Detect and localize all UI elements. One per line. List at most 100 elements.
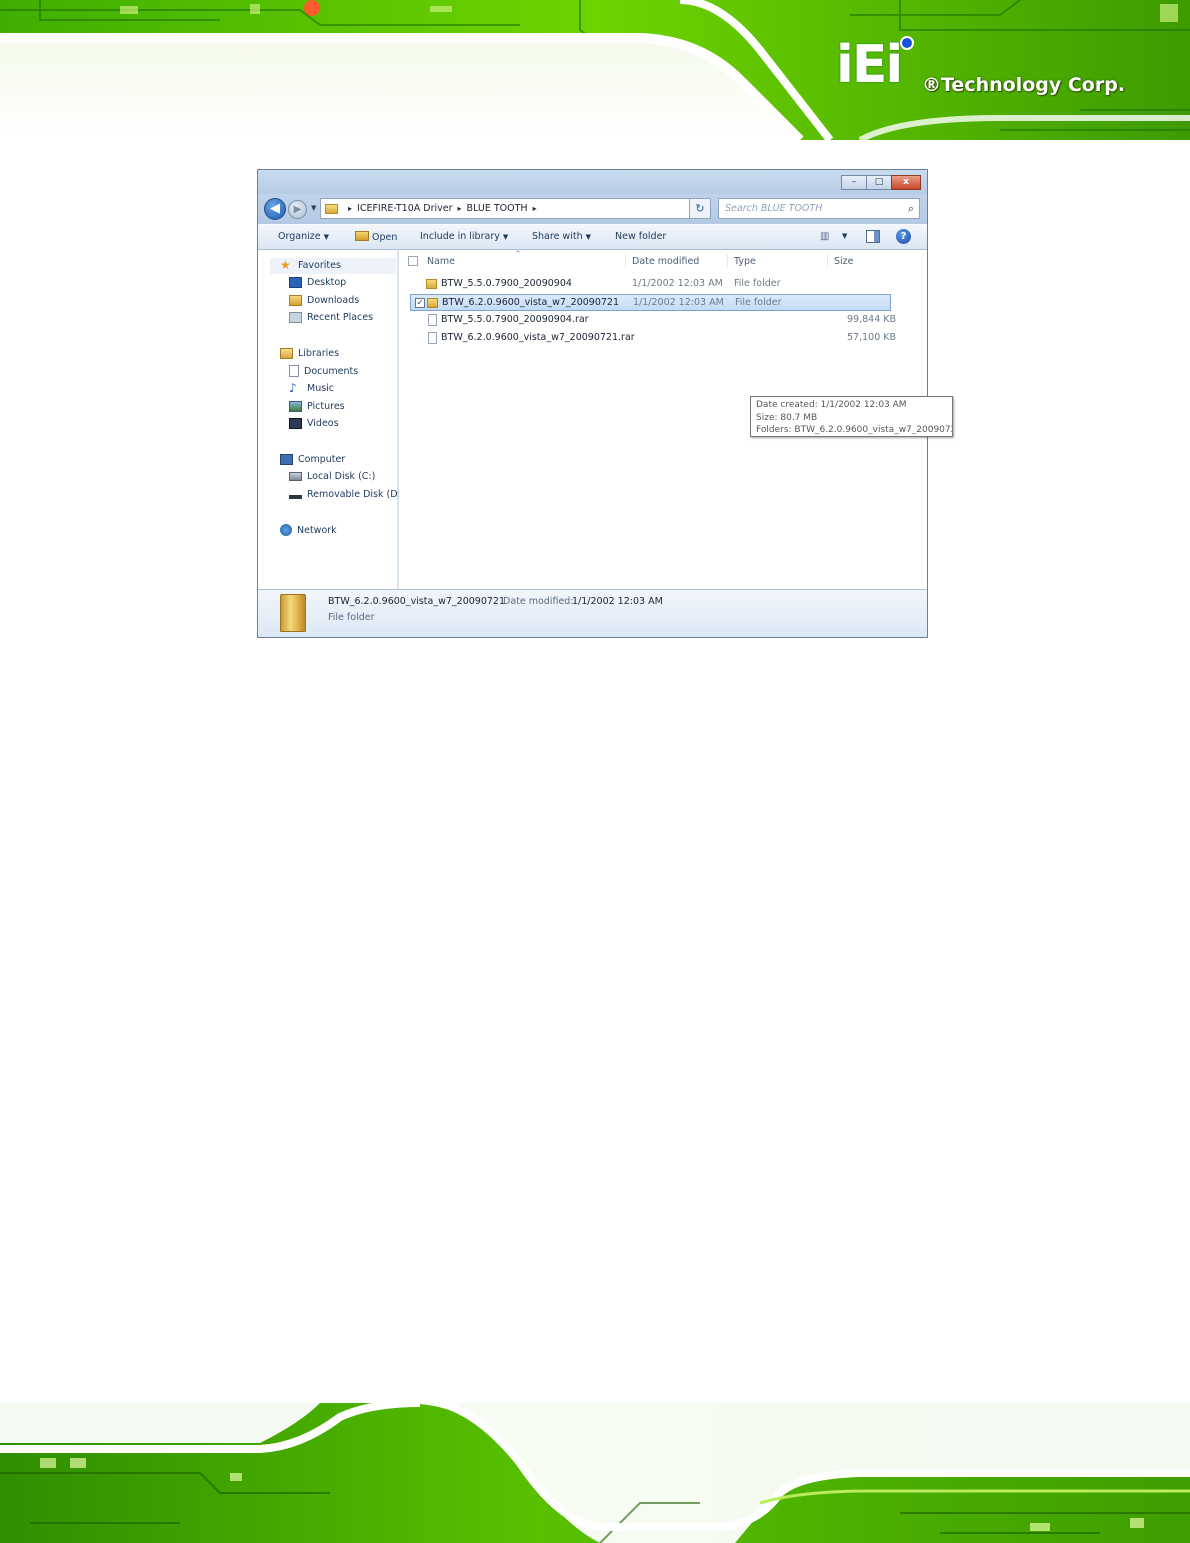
nav-label: Documents bbox=[304, 365, 359, 377]
file-row[interactable]: BTW_6.2.0.9600_vista_w7_20090721.rar 57,1… bbox=[410, 330, 896, 347]
nav-item-desktop[interactable]: Desktop bbox=[289, 277, 346, 288]
nav-label: Music bbox=[307, 383, 335, 394]
folder-icon bbox=[280, 594, 306, 632]
nav-label: Computer bbox=[298, 454, 346, 465]
nav-item-music[interactable]: ♪ Music bbox=[289, 381, 335, 395]
nav-item-documents[interactable]: Documents bbox=[289, 365, 358, 377]
nav-item-videos[interactable]: Videos bbox=[289, 418, 339, 429]
help-icon[interactable]: ? bbox=[896, 229, 911, 244]
column-header-name[interactable]: Name bbox=[427, 256, 455, 267]
nav-label: Desktop bbox=[307, 277, 347, 288]
include-in-library-button[interactable]: Include in library ▼ bbox=[420, 231, 508, 242]
removable-drive-icon bbox=[289, 494, 302, 499]
chevron-down-icon: ▼ bbox=[585, 233, 591, 241]
nav-label: Favorites bbox=[298, 260, 341, 271]
search-placeholder[interactable]: Search BLUE TOOTH bbox=[725, 203, 822, 214]
details-file-type: File folder bbox=[328, 612, 375, 623]
maximize-button[interactable]: □ bbox=[866, 175, 892, 190]
share-with-label: Share with bbox=[532, 231, 583, 242]
details-date-modified-value: 1/1/2002 12:03 AM bbox=[572, 596, 663, 607]
file-name: BTW_6.2.0.9600_vista_w7_20090721.rar bbox=[441, 332, 635, 343]
archive-file-icon bbox=[428, 314, 437, 326]
search-box[interactable]: Search BLUE TOOTH ⌕ bbox=[718, 198, 920, 219]
tooltip-size: Size: 80.7 MB bbox=[756, 412, 818, 423]
select-all-checkbox[interactable] bbox=[408, 256, 418, 266]
nav-label: Videos bbox=[307, 418, 339, 429]
file-date-modified: 1/1/2002 12:03 AM bbox=[633, 297, 724, 308]
column-divider[interactable] bbox=[827, 254, 828, 268]
search-icon[interactable]: ⌕ bbox=[908, 202, 914, 216]
organize-button[interactable]: Organize ▼ bbox=[278, 231, 329, 242]
file-size: 99,844 KB bbox=[847, 314, 897, 325]
window-controls: – □ x bbox=[841, 175, 921, 190]
back-button[interactable]: ◀ bbox=[264, 198, 286, 220]
file-date-modified: 1/1/2002 12:03 AM bbox=[632, 278, 723, 289]
breadcrumb-driver[interactable]: ICEFIRE-T10A Driver bbox=[357, 203, 453, 214]
new-folder-button[interactable]: New folder bbox=[615, 231, 666, 242]
file-row[interactable]: ✓ BTW_6.2.0.9600_vista_w7_20090721 1/1/200… bbox=[410, 294, 891, 311]
documents-icon bbox=[289, 365, 299, 377]
videos-icon bbox=[289, 418, 302, 429]
file-name: BTW_5.5.0.7900_20090904 bbox=[441, 278, 572, 289]
change-view-icon[interactable]: ▥ bbox=[820, 231, 829, 242]
column-divider[interactable] bbox=[727, 254, 728, 268]
nav-item-libraries[interactable]: Libraries bbox=[280, 348, 339, 359]
nav-item-computer[interactable]: Computer bbox=[280, 454, 345, 465]
nav-item-downloads[interactable]: Downloads bbox=[289, 295, 359, 306]
column-header-size[interactable]: Size bbox=[834, 256, 854, 267]
navigation-pane: ★ Favorites Desktop Downloads Recent Plac… bbox=[258, 250, 404, 589]
music-icon: ♪ bbox=[289, 381, 297, 395]
refresh-button[interactable]: ↻ bbox=[689, 198, 711, 219]
recent-pages-button[interactable]: ▼ bbox=[311, 204, 316, 212]
tooltip-date-created: Date created: 1/1/2002 12:03 AM bbox=[756, 400, 907, 410]
network-icon bbox=[280, 524, 292, 536]
details-date-modified-label: Date modified: bbox=[503, 596, 574, 607]
file-type: File folder bbox=[734, 278, 781, 289]
file-row[interactable]: BTW_5.5.0.7900_20090904.rar 99,844 KB bbox=[410, 312, 896, 329]
folder-icon bbox=[427, 298, 438, 308]
open-button[interactable]: Open bbox=[355, 231, 397, 243]
address-bar[interactable]: ▸ ICEFIRE-T10A Driver ▸ BLUE TOOTH ▸ ▼ bbox=[320, 198, 706, 219]
column-divider[interactable] bbox=[625, 254, 626, 268]
chevron-right-icon[interactable]: ▸ bbox=[348, 204, 352, 213]
downloads-icon bbox=[289, 295, 302, 306]
view-options-dropdown-icon[interactable]: ▼ bbox=[842, 232, 847, 240]
chevron-down-icon: ▼ bbox=[502, 233, 509, 241]
file-name: BTW_6.2.0.9600_vista_w7_20090721 bbox=[442, 297, 620, 308]
chevron-right-icon[interactable]: ▸ bbox=[458, 204, 462, 213]
close-button[interactable]: x bbox=[891, 175, 921, 190]
nav-label: Network bbox=[297, 524, 337, 536]
star-icon: ★ bbox=[280, 258, 291, 272]
column-header-type[interactable]: Type bbox=[734, 256, 756, 267]
nav-item-removable-disk[interactable]: Removable Disk (D:) bbox=[289, 489, 404, 500]
explorer-window: – □ x ◀ ▶ ▼ ▸ ICEFIRE-T10A Driver ▸ BLUE… bbox=[257, 169, 953, 638]
title-bar[interactable]: – □ x bbox=[258, 170, 927, 194]
nav-item-local-disk[interactable]: Local Disk (C:) bbox=[289, 471, 375, 482]
file-size: 57,100 KB bbox=[847, 332, 897, 343]
chevron-right-icon[interactable]: ▸ bbox=[533, 204, 537, 213]
desktop-icon bbox=[289, 277, 302, 288]
pictures-icon bbox=[289, 401, 302, 412]
company-name: ®Technology Corp. bbox=[922, 74, 1126, 96]
sort-ascending-icon: ^ bbox=[515, 250, 521, 258]
file-type: File folder bbox=[735, 297, 782, 308]
nav-item-favorites[interactable]: ★ Favorites bbox=[280, 259, 341, 272]
nav-label: Recent Places bbox=[307, 312, 374, 323]
open-label: Open bbox=[372, 232, 398, 243]
file-row[interactable]: BTW_5.5.0.7900_20090904 1/1/2002 12:03 AM… bbox=[410, 276, 891, 293]
nav-item-pictures[interactable]: Pictures bbox=[289, 401, 345, 412]
nav-item-network[interactable]: Network bbox=[280, 524, 337, 536]
nav-label: Local Disk (C:) bbox=[307, 471, 376, 482]
column-header-date-modified[interactable]: Date modified bbox=[632, 256, 699, 267]
nav-item-recent-places[interactable]: Recent Places bbox=[289, 312, 373, 323]
breadcrumb-blue-tooth[interactable]: BLUE TOOTH bbox=[467, 203, 528, 214]
share-with-button[interactable]: Share with ▼ bbox=[532, 231, 591, 242]
circuit-board-footer-graphic bbox=[0, 1403, 1190, 1543]
details-file-name: BTW_6.2.0.9600_vista_w7_20090721 bbox=[328, 596, 506, 607]
preview-pane-icon[interactable] bbox=[866, 230, 880, 243]
include-in-library-label: Include in library bbox=[420, 231, 500, 242]
minimize-button[interactable]: – bbox=[841, 175, 867, 190]
hard-drive-icon bbox=[289, 472, 302, 481]
row-checkbox[interactable]: ✓ bbox=[415, 298, 425, 308]
forward-button[interactable]: ▶ bbox=[288, 200, 307, 219]
